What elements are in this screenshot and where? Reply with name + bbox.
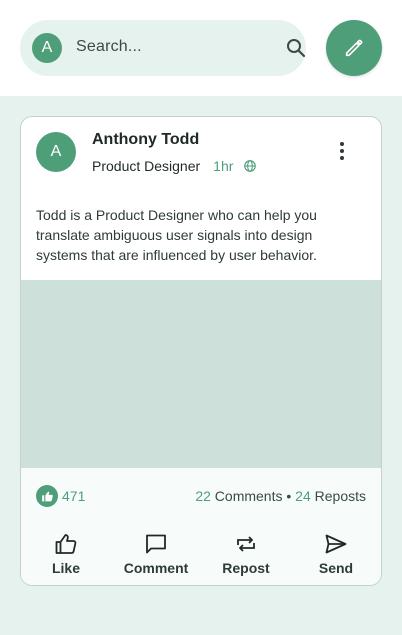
more-vertical-icon[interactable] <box>330 139 354 163</box>
comment-label: Comment <box>123 560 189 576</box>
comments-label[interactable]: Comments <box>215 488 283 504</box>
send-icon <box>325 534 347 554</box>
counts-separator: • <box>286 488 292 504</box>
post-time: 1hr <box>213 158 234 174</box>
send-label: Send <box>318 560 354 576</box>
search-bar[interactable]: A Search... <box>20 20 306 76</box>
globe-icon <box>244 160 257 172</box>
post-meta: Product Designer 1hr <box>92 158 257 174</box>
comment-icon <box>146 534 166 554</box>
like-label: Like <box>51 560 80 576</box>
reposts-label[interactable]: Reposts <box>315 488 366 504</box>
compose-button[interactable] <box>326 20 382 76</box>
repost-icon <box>237 536 255 552</box>
author-name[interactable]: Anthony Todd <box>92 131 199 149</box>
repost-label: Repost <box>222 560 270 576</box>
comments-count[interactable]: 22 <box>195 488 211 504</box>
post-stats: 471 22 Comments • 24 Reposts <box>21 468 381 524</box>
thumb-up-icon <box>41 491 53 501</box>
post-media[interactable] <box>21 280 381 468</box>
top-app-bar: A Search... <box>0 0 402 96</box>
search-input[interactable]: Search... <box>76 38 142 56</box>
like-button[interactable]: Like <box>26 532 106 580</box>
author-avatar[interactable]: A <box>36 132 76 172</box>
like-count[interactable]: 471 <box>62 488 85 504</box>
pencil-icon <box>345 39 363 57</box>
author-role: Product Designer <box>92 158 201 174</box>
like-badge <box>36 485 58 507</box>
send-button[interactable]: Send <box>296 532 376 580</box>
thumb-up-icon <box>55 534 77 554</box>
post-card: A Anthony Todd Product Designer 1hr Todd… <box>20 116 382 586</box>
comment-button[interactable]: Comment <box>116 532 196 580</box>
search-icon[interactable] <box>284 36 308 60</box>
post-text: Todd is a Product Designer who can help … <box>36 207 317 263</box>
post-actions: Like Comment Repost Send <box>21 524 381 585</box>
reposts-count[interactable]: 24 <box>295 488 311 504</box>
repost-button[interactable]: Repost <box>206 532 286 580</box>
user-avatar[interactable]: A <box>32 33 62 63</box>
user-avatar-initial: A <box>41 39 53 56</box>
engagement-counts: 22 Comments • 24 Reposts <box>195 488 366 504</box>
author-avatar-initial: A <box>50 143 62 160</box>
